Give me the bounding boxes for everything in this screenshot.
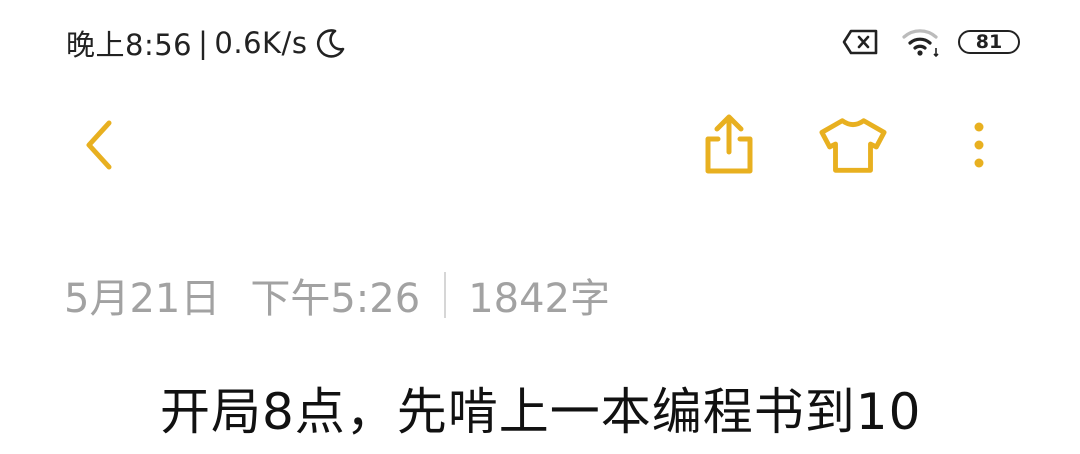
status-right: 81 [842, 26, 1020, 58]
back-button[interactable] [64, 110, 134, 180]
battery-level: 81 [975, 31, 1003, 53]
network-speed: 0.6K/s [214, 26, 308, 60]
word-count: 1842字 [468, 276, 610, 322]
sim-off-icon [842, 28, 880, 56]
more-vertical-icon [974, 122, 984, 168]
more-button[interactable] [944, 110, 1014, 180]
share-button[interactable] [694, 110, 764, 180]
note-time: 下午5:26 [250, 276, 421, 322]
status-bar: 晚上8:56 | 0.6K/s 81 [0, 0, 1080, 88]
tshirt-icon [819, 118, 887, 173]
theme-button[interactable] [818, 110, 888, 180]
battery-indicator: 81 [958, 30, 1020, 54]
toolbar [0, 110, 1080, 180]
share-icon [705, 114, 753, 174]
back-chevron-icon [86, 120, 112, 170]
note-meta: 5月21日 下午5:26 1842字 [64, 266, 610, 324]
meta-divider [444, 272, 447, 318]
wifi-icon [900, 26, 942, 58]
status-separator: | [198, 26, 209, 60]
note-date: 5月21日 [64, 276, 221, 322]
moon-icon [315, 27, 347, 59]
note-title[interactable]: 开局8点，先啃上一本编程书到10 [160, 372, 921, 444]
status-left: 晚上8:56 | 0.6K/s [66, 22, 347, 64]
clock: 晚上8:56 [66, 28, 193, 62]
